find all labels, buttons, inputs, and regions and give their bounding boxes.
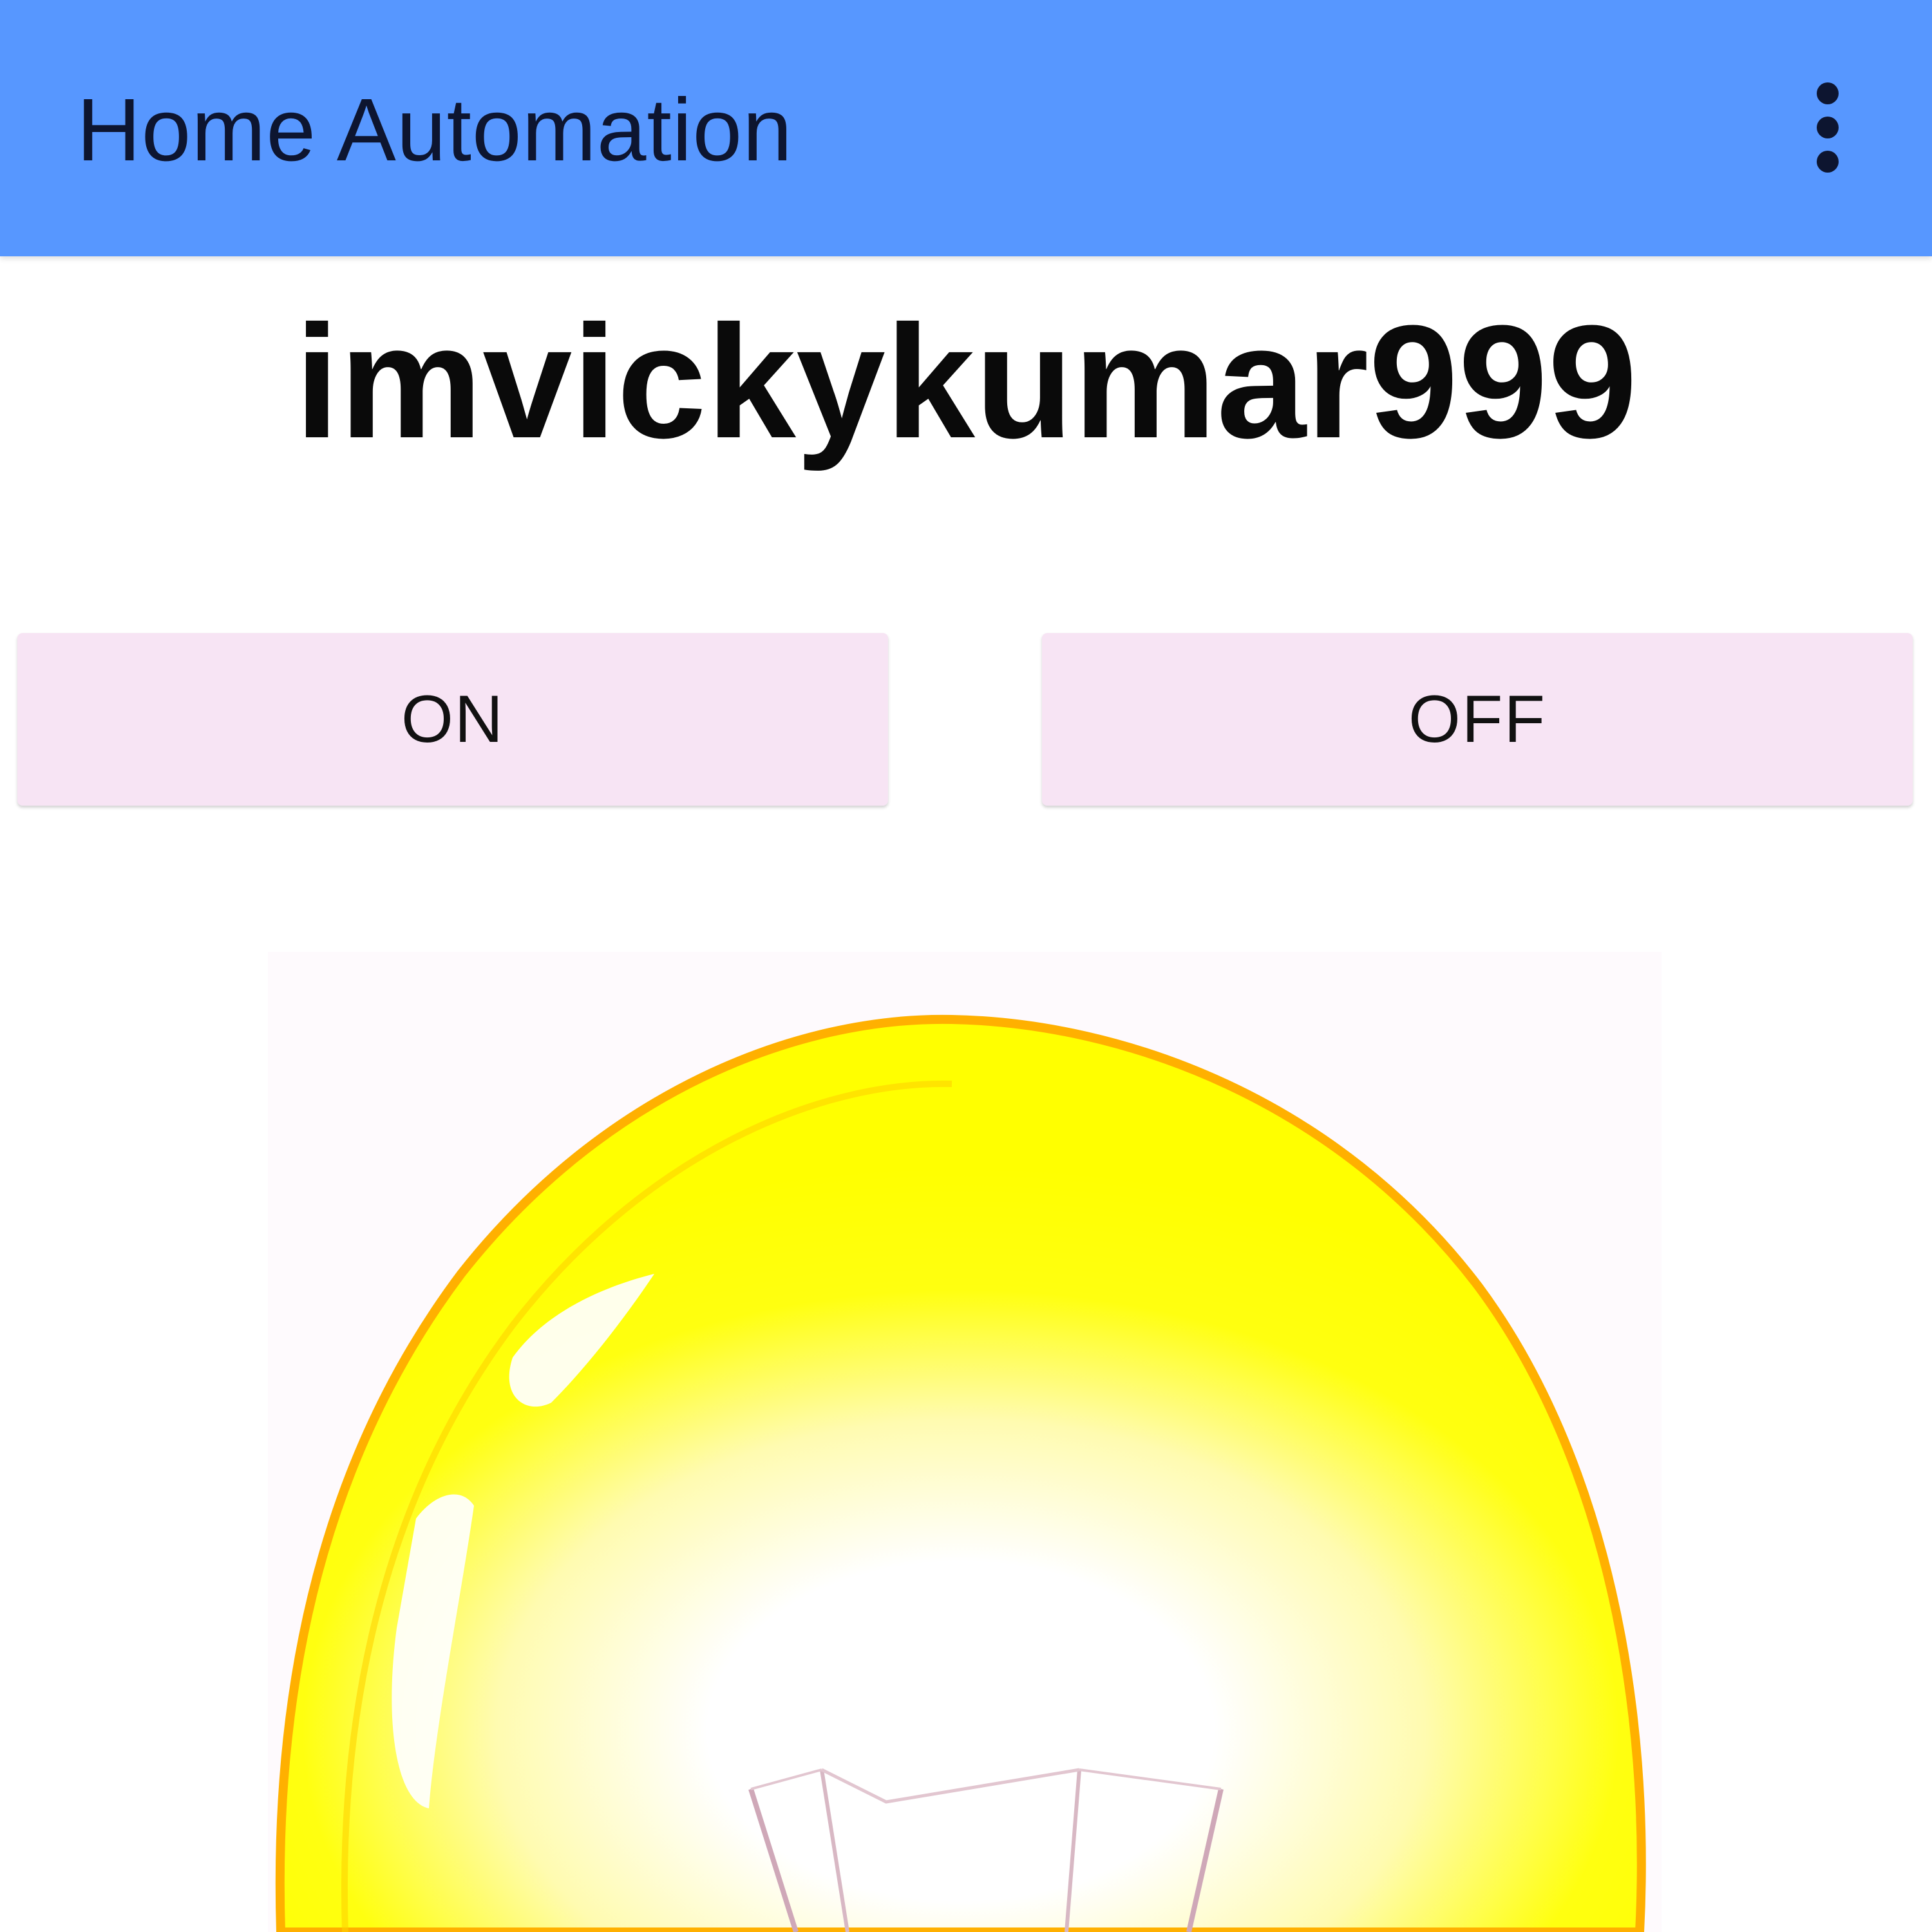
bulb-graphic: [268, 952, 1662, 1932]
menu-dot: [1817, 151, 1839, 173]
app-bar: Home Automation: [0, 0, 1932, 256]
menu-dot: [1817, 117, 1839, 138]
on-button[interactable]: ON: [17, 633, 888, 806]
app-title: Home Automation: [77, 80, 793, 180]
username-heading: imvickykumar999: [294, 292, 1638, 471]
menu-dot: [1817, 82, 1839, 104]
lightbulb-on-icon: [268, 952, 1662, 1932]
more-vert-icon[interactable]: [1792, 82, 1864, 173]
off-button[interactable]: OFF: [1042, 633, 1913, 806]
